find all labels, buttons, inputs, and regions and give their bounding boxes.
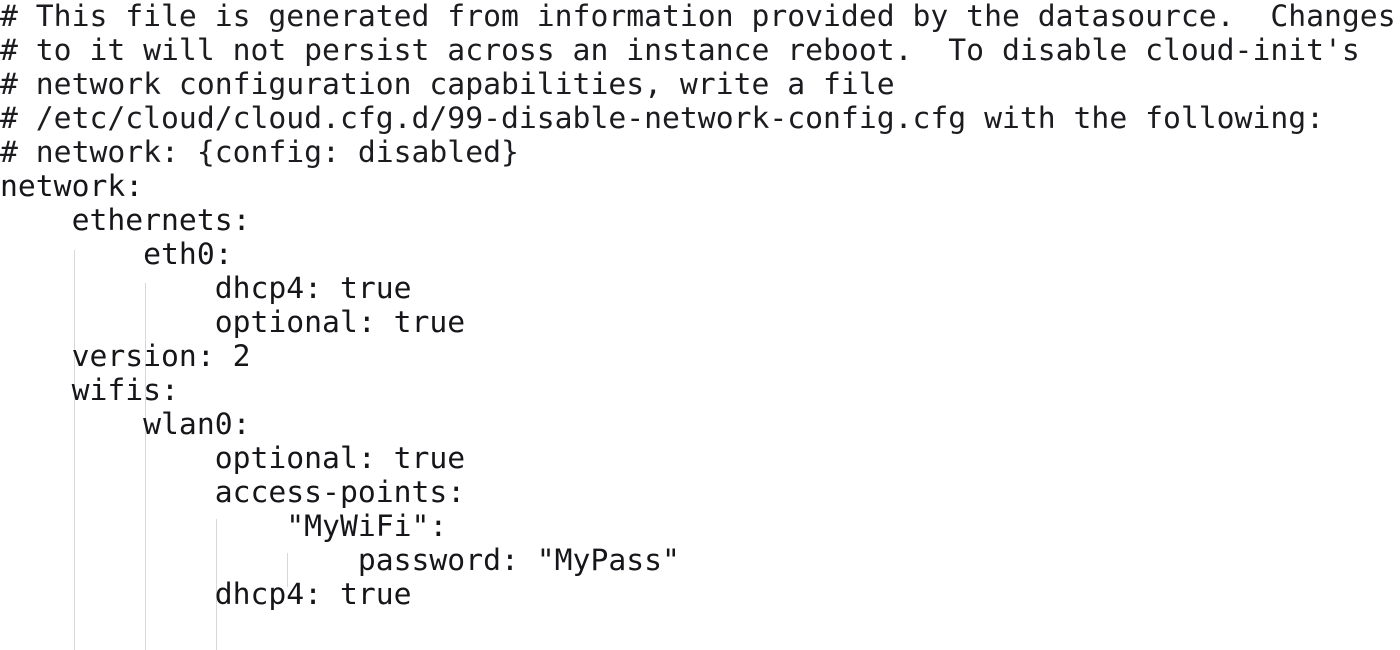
code-line[interactable]: ethernets: <box>0 204 1400 238</box>
code-line[interactable]: wifis: <box>0 374 1400 408</box>
code-content[interactable]: # This file is generated from informatio… <box>0 0 1400 650</box>
code-line[interactable]: # network: {config: disabled} <box>0 136 1400 170</box>
code-editor-view[interactable]: # This file is generated from informatio… <box>0 0 1400 650</box>
code-line[interactable]: access-points: <box>0 476 1400 510</box>
code-line[interactable]: optional: true <box>0 306 1400 340</box>
code-line[interactable]: version: 2 <box>0 340 1400 374</box>
code-line[interactable]: password: "MyPass" <box>0 544 1400 578</box>
code-line[interactable]: eth0: <box>0 238 1400 272</box>
code-line[interactable]: # /etc/cloud/cloud.cfg.d/99-disable-netw… <box>0 102 1400 136</box>
code-line[interactable]: wlan0: <box>0 408 1400 442</box>
code-line[interactable]: # network configuration capabilities, wr… <box>0 68 1400 102</box>
code-line[interactable]: dhcp4: true <box>0 578 1400 612</box>
code-line[interactable]: network: <box>0 170 1400 204</box>
code-line[interactable]: "MyWiFi": <box>0 510 1400 544</box>
code-line[interactable]: # This file is generated from informatio… <box>0 0 1400 34</box>
code-line[interactable]: # to it will not persist across an insta… <box>0 34 1400 68</box>
code-line[interactable]: dhcp4: true <box>0 272 1400 306</box>
code-line[interactable]: optional: true <box>0 442 1400 476</box>
